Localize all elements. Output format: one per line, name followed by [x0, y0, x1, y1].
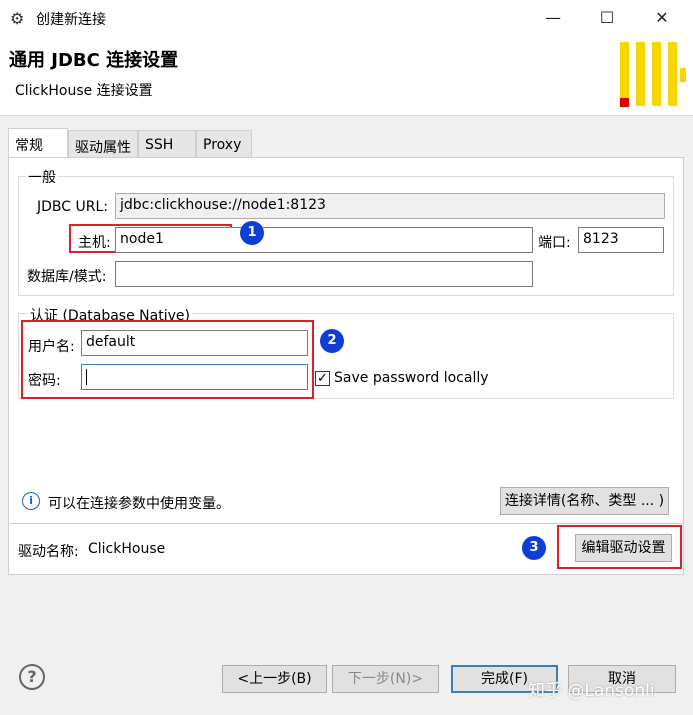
page-subtitle: ClickHouse 连接设置 — [15, 83, 153, 99]
database-field[interactable] — [115, 261, 533, 287]
save-password-label: Save password locally — [334, 370, 489, 386]
tab-driver-properties[interactable]: 驱动属性 — [68, 130, 138, 158]
host-label: 主机: — [78, 235, 111, 251]
window-title: 创建新连接 — [36, 12, 106, 28]
step-badge-2: 2 — [320, 329, 344, 353]
tab-proxy[interactable]: Proxy — [196, 130, 252, 158]
step-badge-3: 3 — [522, 536, 546, 560]
host-field[interactable]: node1 — [115, 227, 533, 253]
username-label: 用户名: — [28, 339, 75, 355]
title-bar: ⚙ 创建新连接 — ☐ ✕ — [0, 0, 693, 36]
help-icon[interactable]: ? — [19, 664, 45, 690]
username-field[interactable]: default — [81, 330, 308, 356]
text-cursor — [86, 369, 87, 385]
driver-name-value: ClickHouse — [88, 541, 166, 557]
tab-general[interactable]: 常规 — [8, 128, 68, 159]
page-title: 通用 JDBC 连接设置 — [9, 50, 179, 71]
maximize-button[interactable]: ☐ — [590, 6, 624, 30]
connection-details-button[interactable]: 连接详情(名称、类型 ... ) — [500, 487, 669, 515]
clickhouse-logo — [616, 42, 686, 110]
save-password-checkbox[interactable]: ✓ — [315, 371, 330, 386]
password-field[interactable] — [81, 364, 308, 390]
port-label: 端口: — [538, 235, 571, 251]
variables-hint: 可以在连接参数中使用变量。 — [48, 496, 230, 512]
minimize-button[interactable]: — — [536, 6, 570, 30]
back-button[interactable]: <上一步(B) — [222, 665, 327, 693]
step-badge-1: 1 — [240, 221, 264, 245]
port-field[interactable]: 8123 — [578, 227, 664, 253]
password-label: 密码: — [28, 373, 61, 389]
driver-name-label: 驱动名称: — [18, 544, 79, 560]
jdbc-url-field[interactable]: jdbc:clickhouse://node1:8123 — [115, 193, 665, 219]
app-icon: ⚙ — [10, 9, 25, 28]
next-button[interactable]: 下一步(N)> — [332, 665, 439, 693]
jdbc-url-label: JDBC URL: — [37, 199, 108, 215]
close-button[interactable]: ✕ — [645, 6, 679, 30]
general-group-label: 一般 — [26, 167, 58, 187]
watermark: 知乎 @Lansonli — [528, 681, 655, 701]
tab-ssh[interactable]: SSH — [138, 130, 196, 158]
info-icon: i — [22, 492, 40, 510]
database-label: 数据库/模式: — [27, 269, 107, 285]
content-divider — [10, 523, 682, 524]
edit-driver-settings-button[interactable]: 编辑驱动设置 — [575, 534, 672, 562]
